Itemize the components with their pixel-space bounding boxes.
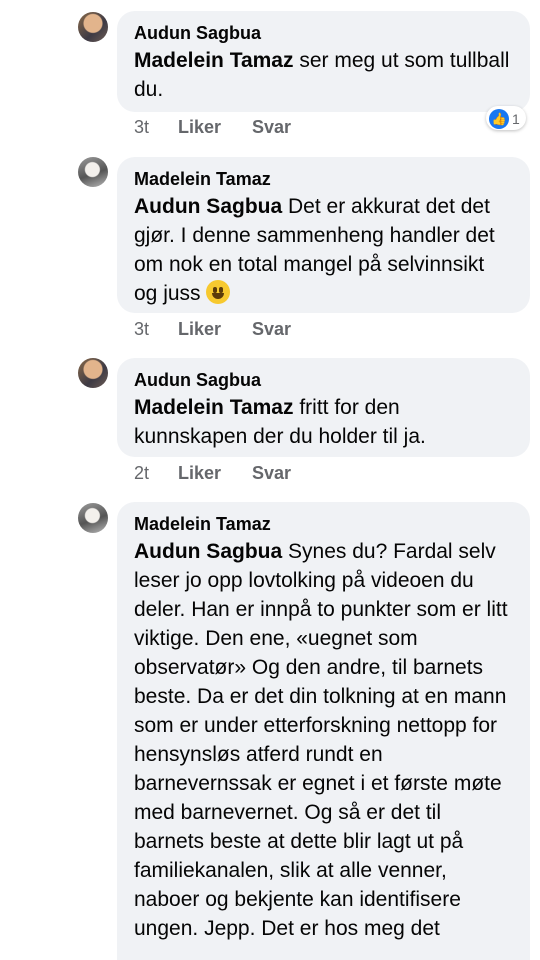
timestamp[interactable]: 3t	[134, 319, 178, 340]
comment-actions: 3t Liker Svar	[134, 319, 291, 340]
avatar[interactable]	[78, 503, 108, 533]
reply-button[interactable]: Svar	[252, 117, 291, 138]
comment-bubble: Madelein Tamaz Audun Sagbua Det er akkur…	[117, 157, 530, 313]
comment-author[interactable]: Audun Sagbua	[134, 20, 513, 46]
comment-actions: 2t Liker Svar	[134, 463, 291, 484]
comment-bubble: Audun Sagbua Madelein Tamaz ser meg ut s…	[117, 11, 530, 112]
comment-author[interactable]: Madelein Tamaz	[134, 166, 513, 192]
avatar[interactable]	[78, 12, 108, 42]
reaction-count: 1	[512, 111, 520, 127]
grinning-emoji-icon	[206, 280, 231, 304]
timestamp[interactable]: 2t	[134, 463, 178, 484]
reaction-badge[interactable]: 👍 1	[486, 106, 526, 130]
comment-bubble: Audun Sagbua Madelein Tamaz fritt for de…	[117, 358, 530, 457]
mention-link[interactable]: Audun Sagbua	[134, 195, 282, 218]
comment-text: Audun Sagbua Synes du? Fardal selv leser…	[134, 537, 513, 943]
comment-text: Madelein Tamaz ser meg ut som tullball d…	[134, 46, 513, 104]
like-button[interactable]: Liker	[178, 117, 252, 138]
reply-button[interactable]: Svar	[252, 463, 291, 484]
thumbs-up-icon: 👍	[489, 109, 509, 129]
comment-bubble: Madelein Tamaz Audun Sagbua Synes du? Fa…	[117, 502, 530, 960]
like-button[interactable]: Liker	[178, 319, 252, 340]
comment-text: Audun Sagbua Det er akkurat det det gjør…	[134, 192, 513, 308]
avatar[interactable]	[78, 358, 108, 388]
comment-author[interactable]: Audun Sagbua	[134, 367, 513, 393]
avatar[interactable]	[78, 157, 108, 187]
mention-link[interactable]: Madelein Tamaz	[134, 49, 294, 72]
mention-link[interactable]: Madelein Tamaz	[134, 396, 294, 419]
mention-link[interactable]: Audun Sagbua	[134, 540, 282, 563]
comment-author[interactable]: Madelein Tamaz	[134, 511, 513, 537]
comment-body: Synes du? Fardal selv leser jo opp lovto…	[134, 540, 508, 940]
like-button[interactable]: Liker	[178, 463, 252, 484]
comment-text: Madelein Tamaz fritt for den kunnskapen …	[134, 393, 513, 451]
timestamp[interactable]: 3t	[134, 117, 178, 138]
reply-button[interactable]: Svar	[252, 319, 291, 340]
comment-actions: 3t Liker Svar	[134, 117, 291, 138]
